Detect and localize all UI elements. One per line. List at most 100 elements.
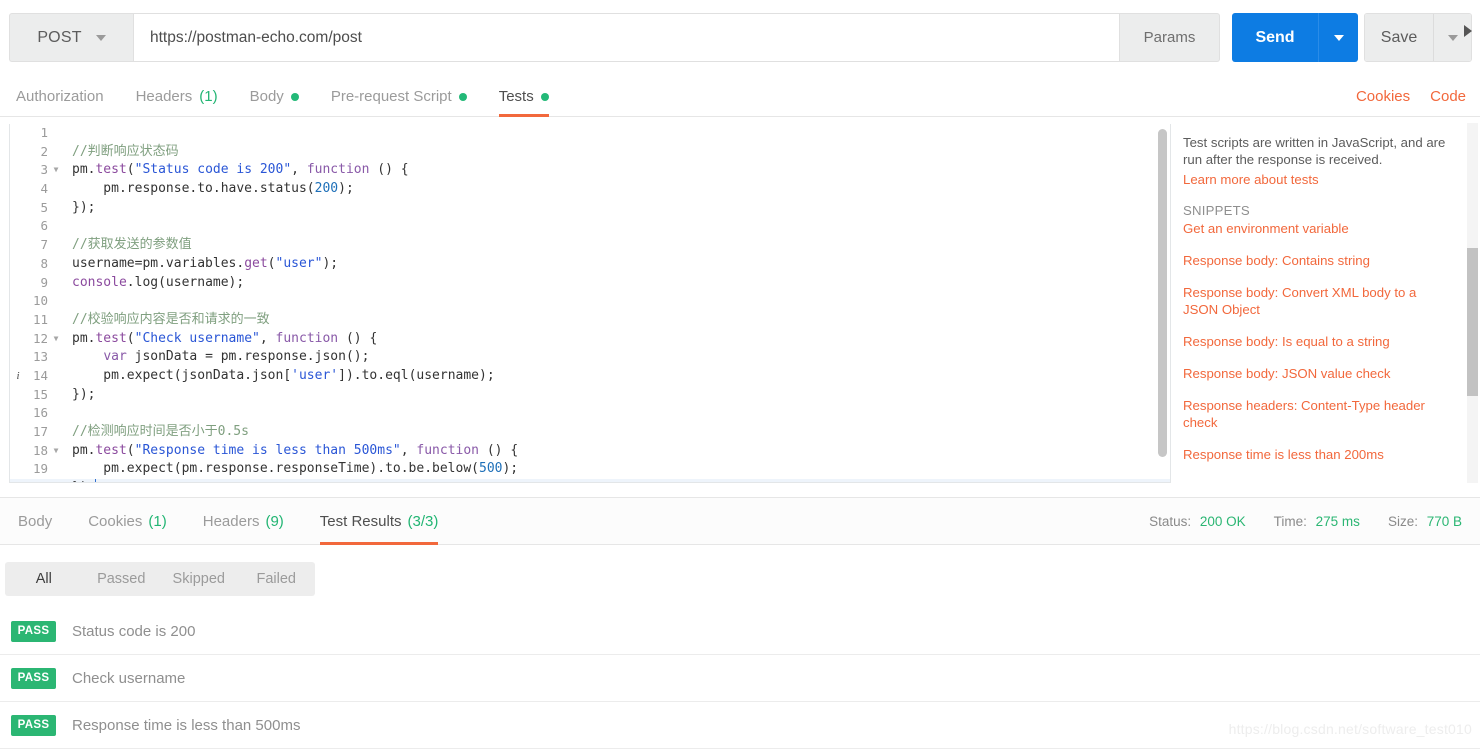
code-line[interactable]: 10: [10, 292, 1170, 311]
response-tab-label: Test Results: [319, 513, 402, 530]
green-dot-icon: [540, 92, 549, 101]
fold-toggle-icon[interactable]: ▼: [48, 161, 64, 180]
code-line[interactable]: 17 //检测响应时间是否小于0.5s: [10, 423, 1170, 442]
response-tab-headers[interactable]: Headers (9): [185, 498, 302, 545]
request-tab-pre-request-script[interactable]: Pre-request Script: [315, 76, 483, 117]
code-line[interactable]: 13 var jsonData = pm.response.json();: [10, 348, 1170, 367]
code-token: });: [72, 480, 95, 482]
code-line[interactable]: 9 console.log(username);: [10, 274, 1170, 293]
request-tab-body[interactable]: Body: [234, 76, 315, 117]
code-line[interactable]: 16: [10, 404, 1170, 423]
code-line[interactable]: 4 pm.response.to.have.status(200);: [10, 180, 1170, 199]
snippet-link[interactable]: Response body: Is equal to a string: [1183, 333, 1451, 350]
line-number: 4: [40, 181, 48, 197]
snippet-link[interactable]: Response time is less than 200ms: [1183, 446, 1451, 463]
cookies-link[interactable]: Cookies: [1356, 88, 1410, 105]
snippet-link[interactable]: Response body: Convert XML body to a JSO…: [1183, 284, 1451, 318]
request-tab-bar: Authorization Headers (1) Body Pre-request S…: [0, 76, 1480, 117]
code-line[interactable]: 2 //判断响应状态码: [10, 143, 1170, 162]
code-token: //判断响应状态码: [72, 143, 179, 159]
fold-toggle-icon[interactable]: ▼: [48, 330, 64, 349]
code-line[interactable]: 12 ▼ pm.test("Check username", function ()…: [10, 330, 1170, 349]
code-token: pm.expect(jsonData.json[: [72, 367, 292, 383]
line-number: 14: [32, 367, 48, 383]
gutter-spacer: [10, 423, 26, 442]
gutter-spacer: [10, 143, 26, 162]
send-button[interactable]: Send: [1232, 13, 1318, 62]
save-dropdown-button[interactable]: [1433, 14, 1471, 61]
line-number: 15: [32, 386, 48, 402]
line-number: 1: [40, 125, 48, 140]
snippet-link[interactable]: Response body: JSON value check: [1183, 365, 1451, 382]
code-line[interactable]: i 14 pm.expect(jsonData.json['user']).to.…: [10, 367, 1170, 386]
filter-failed[interactable]: Failed: [238, 571, 316, 587]
gutter-spacer: [10, 292, 26, 311]
url-input[interactable]: [134, 28, 1119, 47]
test-result-name: Response time is less than 500ms: [72, 716, 301, 734]
code-token: pm.expect(pm.response.responseTime).to.b…: [72, 461, 479, 477]
code-link[interactable]: Code: [1430, 88, 1466, 105]
postman-app: POST Params Send Save Authorization Heade…: [0, 0, 1480, 756]
editor-scrollbar-thumb[interactable]: [1158, 129, 1167, 457]
info-marker-icon[interactable]: i: [10, 367, 26, 386]
request-tab-authorization[interactable]: Authorization: [0, 76, 120, 117]
code-line[interactable]: 19 pm.expect(pm.response.responseTime).t…: [10, 460, 1170, 479]
size-meta: Size: 770 B: [1388, 514, 1462, 529]
collapse-panel-arrow-icon[interactable]: [1464, 25, 1472, 37]
params-button[interactable]: Params: [1120, 13, 1220, 62]
time-meta: Time: 275 ms: [1274, 514, 1360, 529]
code-text: pm.expect(pm.response.responseTime).to.b…: [64, 460, 518, 479]
response-tab-body[interactable]: Body: [0, 498, 70, 545]
code-line[interactable]: 11 //校验响应内容是否和请求的一致: [10, 311, 1170, 330]
code-line[interactable]: 5});: [10, 199, 1170, 218]
response-tab-label: Cookies: [88, 513, 143, 530]
code-line[interactable]: 1: [10, 124, 1170, 143]
snippet-link[interactable]: Response body: Contains string: [1183, 252, 1451, 269]
line-number: 5: [40, 199, 48, 215]
snippet-link[interactable]: Response headers: Content-Type header ch…: [1183, 397, 1451, 431]
page-scrollbar[interactable]: [1467, 123, 1478, 483]
snippet-link[interactable]: Get an environment variable: [1183, 220, 1451, 237]
code-token: jsonData = pm.response.json();: [126, 349, 370, 365]
code-line[interactable]: 15});: [10, 386, 1170, 405]
send-dropdown-button[interactable]: [1318, 13, 1358, 62]
code-token: function: [416, 442, 480, 458]
code-token: "Response time is less than 500ms": [134, 442, 401, 458]
http-method-selector[interactable]: POST: [9, 13, 133, 62]
request-tab-label: Headers: [135, 88, 193, 105]
request-tab-headers[interactable]: Headers (1): [120, 76, 234, 117]
page-scrollbar-thumb[interactable]: [1467, 248, 1478, 396]
code-line[interactable]: 18 ▼ pm.test("Response time is less than 5…: [10, 442, 1170, 461]
code-line[interactable]: 8 username=pm.variables.get("user");: [10, 255, 1170, 274]
filter-all[interactable]: All: [5, 571, 83, 587]
filter-passed[interactable]: Passed: [83, 571, 161, 587]
filter-skipped[interactable]: Skipped: [160, 571, 238, 587]
green-dot-icon: [458, 92, 467, 101]
response-tab-cookies[interactable]: Cookies (1): [70, 498, 185, 545]
code-token: (: [126, 330, 135, 346]
code-editor[interactable]: 1 2//判断响应状态码 3 ▼ pm.test("Status code is 200…: [9, 124, 1171, 483]
line-number: 3: [40, 162, 48, 178]
code-token: var: [103, 349, 127, 365]
code-token: (: [267, 255, 276, 271]
code-line[interactable]: 3 ▼ pm.test("Status code is 200", function…: [10, 161, 1170, 180]
gutter-spacer: [10, 274, 26, 293]
response-tab-test-results[interactable]: Test Results (3/3): [302, 498, 457, 545]
code-line[interactable]: 6: [10, 217, 1170, 236]
url-input-wrapper[interactable]: [133, 13, 1120, 62]
code-line[interactable]: 20});: [10, 479, 1170, 482]
learn-more-link[interactable]: Learn more about tests: [1183, 171, 1451, 188]
code-lines-container[interactable]: 1 2//判断响应状态码 3 ▼ pm.test("Status code is 200…: [10, 124, 1170, 482]
code-text: pm.test("Response time is less than 500m…: [64, 442, 518, 461]
watermark: https://blog.csdn.net/software_test010: [1228, 721, 1472, 737]
save-button[interactable]: Save: [1365, 14, 1433, 61]
fold-toggle-icon[interactable]: ▼: [48, 442, 64, 461]
request-tab-tests[interactable]: Tests: [483, 76, 565, 117]
code-line[interactable]: 7 //获取发送的参数值: [10, 236, 1170, 255]
editor-scrollbar[interactable]: [1158, 127, 1167, 477]
response-tab-count: (3/3): [407, 513, 439, 530]
send-button-group: Send: [1232, 13, 1358, 62]
